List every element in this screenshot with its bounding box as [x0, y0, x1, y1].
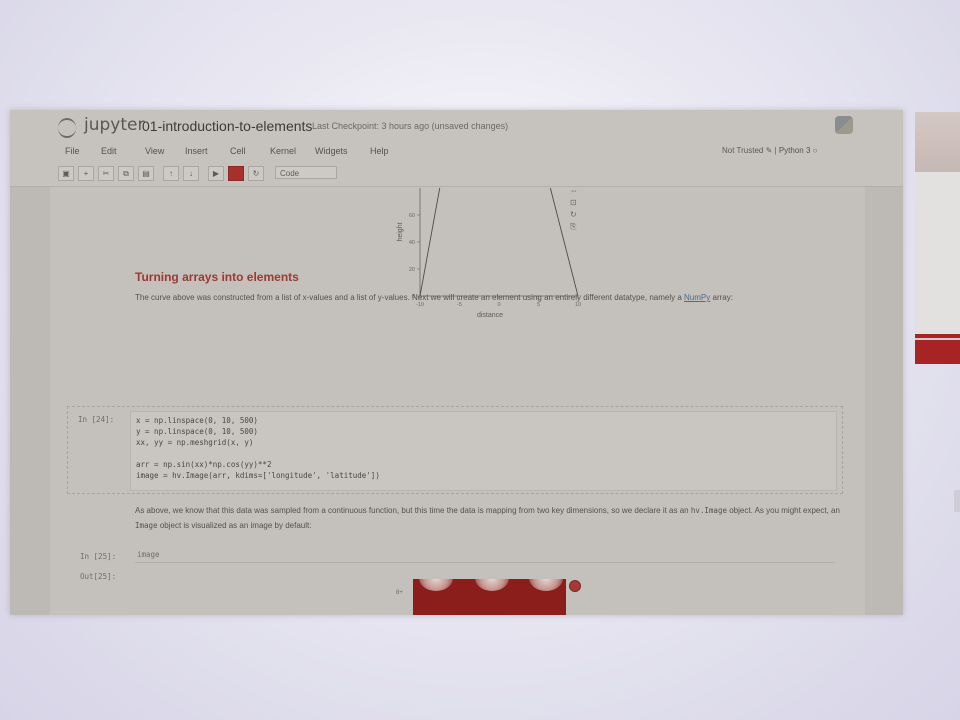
image-blob [419, 579, 453, 591]
zoom-tool-icon[interactable]: ⊡ [570, 197, 578, 209]
menu-insert[interactable]: Insert [185, 146, 208, 156]
paragraph-2-text: As above, we know that this data was sam… [135, 506, 689, 515]
photo-top-region [915, 112, 960, 172]
code-editor[interactable]: x = np.linspace(0, 10, 500) y = np.linsp… [130, 411, 837, 491]
notebook-title[interactable]: 01-introduction-to-elements [142, 118, 312, 134]
paste-icon[interactable]: ▤ [138, 166, 154, 181]
kernel-name: Python 3 [778, 146, 811, 155]
y-tick-label: 20 [409, 267, 415, 273]
x-axis-label: distance [477, 312, 503, 319]
checkpoint-status: Last Checkpoint: 3 hours ago (unsaved ch… [312, 121, 509, 131]
input-prompt-24: In [24]: [78, 415, 115, 424]
image-blob [475, 579, 509, 591]
side-photo [915, 112, 960, 364]
curve-line-1 [419, 187, 441, 297]
save-plot-icon[interactable]: ⎘ [570, 221, 578, 233]
markdown-paragraph-1: The curve above was constructed from a l… [135, 290, 835, 305]
code-cell-24[interactable]: In [24]: x = np.linspace(0, 10, 500) y =… [67, 406, 843, 494]
menu-cell[interactable]: Cell [230, 146, 246, 156]
restart-icon[interactable]: ↻ [248, 166, 264, 181]
image-y-tick: 8+ [396, 590, 403, 596]
add-cell-icon[interactable]: + [78, 166, 94, 181]
code-line: arr = np.sin(xx)*np.cos(yy)**2 [136, 460, 272, 469]
edge-mark [954, 490, 960, 512]
kernel-idle-icon: ○ [812, 146, 818, 155]
code-line: xx, yy = np.meshgrid(x, y) [136, 438, 254, 447]
menu-kernel[interactable]: Kernel [270, 146, 296, 156]
paragraph-2-mid: object. As you might expect, an [729, 506, 840, 515]
y-axis-label: height [397, 222, 404, 241]
menu-file[interactable]: File [65, 146, 80, 156]
move-down-icon[interactable]: ↓ [183, 166, 199, 181]
menu-view[interactable]: View [145, 146, 164, 156]
run-icon[interactable]: ▶ [208, 166, 224, 181]
image-blob [529, 579, 563, 591]
photo-line [915, 338, 960, 340]
jupyter-logo-text[interactable]: jupyter [84, 115, 144, 135]
code-image: image [137, 550, 160, 559]
python-logo-icon [835, 116, 853, 134]
notebook-header: jupyter 01-introduction-to-elements Last… [10, 110, 903, 187]
inline-code-hv-image: hv.Image [690, 506, 727, 515]
edit-icon: ✎ | [765, 146, 779, 155]
paragraph-1-text: The curve above was constructed from a l… [135, 293, 682, 302]
pan-tool-icon[interactable]: ⇔ [570, 185, 578, 197]
left-margin [10, 187, 50, 615]
markdown-heading: Turning arrays into elements [135, 270, 299, 284]
kernel-status-area: Not Trusted ✎ | Python 3 ○ [722, 146, 817, 155]
menu-edit[interactable]: Edit [101, 146, 117, 156]
markdown-paragraph-2: As above, we know that this data was sam… [135, 503, 840, 533]
move-up-icon[interactable]: ↑ [163, 166, 179, 181]
right-margin [865, 187, 903, 615]
image-output [413, 579, 566, 615]
trusted-indicator[interactable]: Not Trusted [722, 146, 763, 155]
paragraph-2-end: object is visualized as an image by defa… [159, 521, 312, 530]
menu-widgets[interactable]: Widgets [315, 146, 348, 156]
save-icon[interactable]: ▣ [58, 166, 74, 181]
cell-type-select[interactable]: Code [275, 166, 337, 179]
cut-icon[interactable]: ✂ [98, 166, 114, 181]
code-line: x = np.linspace(0, 10, 500) [136, 416, 258, 425]
projected-screen: jupyter 01-introduction-to-elements Last… [10, 110, 903, 615]
colorbar-icon [569, 580, 581, 592]
code-line: y = np.linspace(0, 10, 500) [136, 427, 258, 436]
y-tick-label: 60 [409, 213, 415, 219]
inline-code-image: Image [135, 521, 158, 530]
output-prompt-25: Out[25]: [80, 572, 117, 581]
menu-help[interactable]: Help [370, 146, 389, 156]
stop-icon[interactable] [228, 166, 244, 181]
paragraph-1-end: array: [712, 293, 733, 302]
reset-tool-icon[interactable]: ↻ [570, 209, 578, 221]
code-cell-25[interactable]: image [135, 548, 835, 563]
jupyter-logo-icon [58, 118, 76, 138]
y-tick-label: 40 [409, 240, 415, 246]
copy-icon[interactable]: ⧉ [118, 166, 134, 181]
input-prompt-25: In [25]: [80, 552, 117, 561]
numpy-link[interactable]: NumPy [684, 293, 710, 302]
plot-tools: ⇔ ⊡ ↻ ⎘ [570, 185, 578, 233]
code-line: image = hv.Image(arr, kdims=['longitude'… [136, 471, 380, 480]
